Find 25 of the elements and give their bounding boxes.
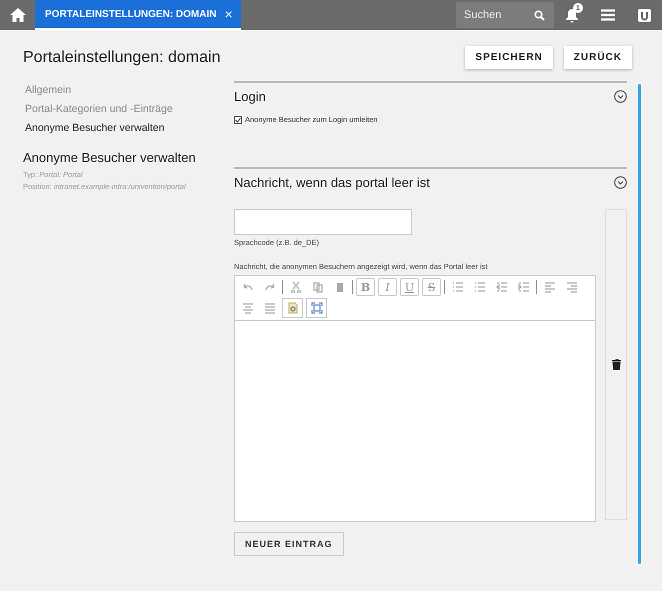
save-button[interactable]: SPEICHERN — [465, 46, 553, 69]
chevron-icon[interactable] — [614, 176, 627, 188]
source-icon[interactable] — [282, 298, 303, 318]
maximize-icon[interactable] — [306, 298, 327, 318]
trash-icon[interactable] — [612, 359, 620, 370]
chevron-icon[interactable] — [614, 90, 627, 102]
page-title: Portaleinstellungen: domain — [23, 48, 222, 66]
nav-item[interactable]: Portal-Kategorien und -Einträge — [25, 100, 234, 119]
new-entry-button[interactable]: NEUER EINTRAG — [234, 532, 344, 556]
format-button[interactable]: U — [400, 278, 419, 296]
format-button[interactable]: I — [378, 278, 397, 296]
section-title: Login — [234, 88, 266, 104]
checkbox[interactable] — [234, 116, 242, 124]
format-button[interactable]: B — [356, 278, 375, 296]
format-button[interactable]: S — [422, 278, 441, 296]
nav-item[interactable]: Allgemein — [25, 81, 234, 100]
back-button[interactable]: ZURÜCK — [564, 46, 632, 69]
nav-item[interactable]: Anonyme Besucher verwalten — [25, 119, 234, 138]
tab[interactable]: PORTALEINSTELLUNGEN: DOMAIN × — [35, 0, 241, 30]
language-code-field[interactable] — [234, 209, 412, 235]
section-heading: Anonyme Besucher verwalten — [23, 150, 197, 165]
section-title: Nachricht, wenn das portal leer ist — [234, 174, 430, 190]
search-icon — [534, 10, 545, 21]
search-field[interactable]: Suchen — [456, 2, 554, 28]
rich-text-editor[interactable]: B I U S — [234, 275, 596, 522]
